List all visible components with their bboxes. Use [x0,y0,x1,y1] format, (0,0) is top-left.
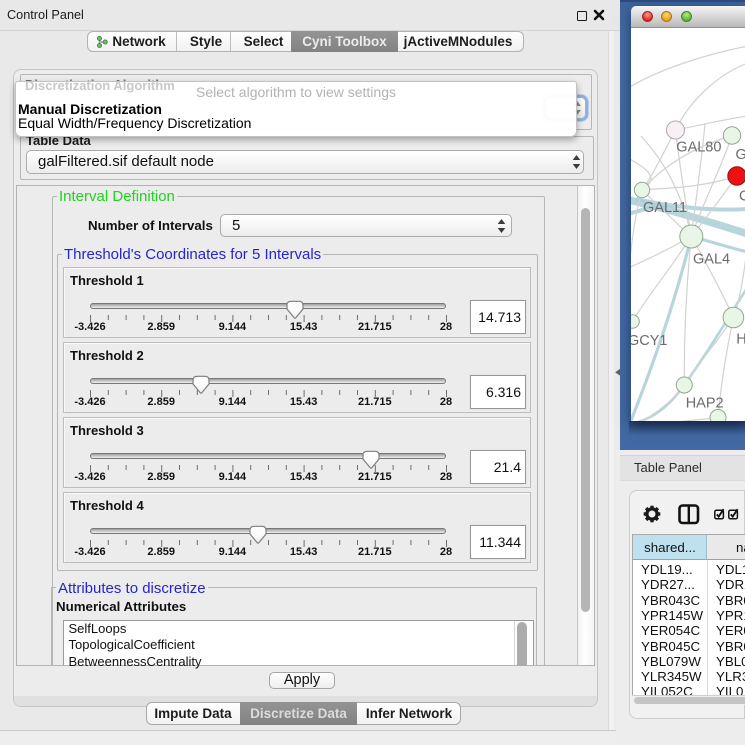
svg-text:GAL80: GAL80 [676,139,721,155]
svg-text:C: C [739,188,745,204]
svg-text:GCY1: GCY1 [631,333,668,349]
svg-text:H: H [736,331,745,347]
svg-text:GAL4: GAL4 [693,251,730,267]
svg-text:HAP2: HAP2 [686,395,724,411]
svg-text:GA: GA [736,147,745,163]
svg-text:GAL11: GAL11 [643,200,687,216]
